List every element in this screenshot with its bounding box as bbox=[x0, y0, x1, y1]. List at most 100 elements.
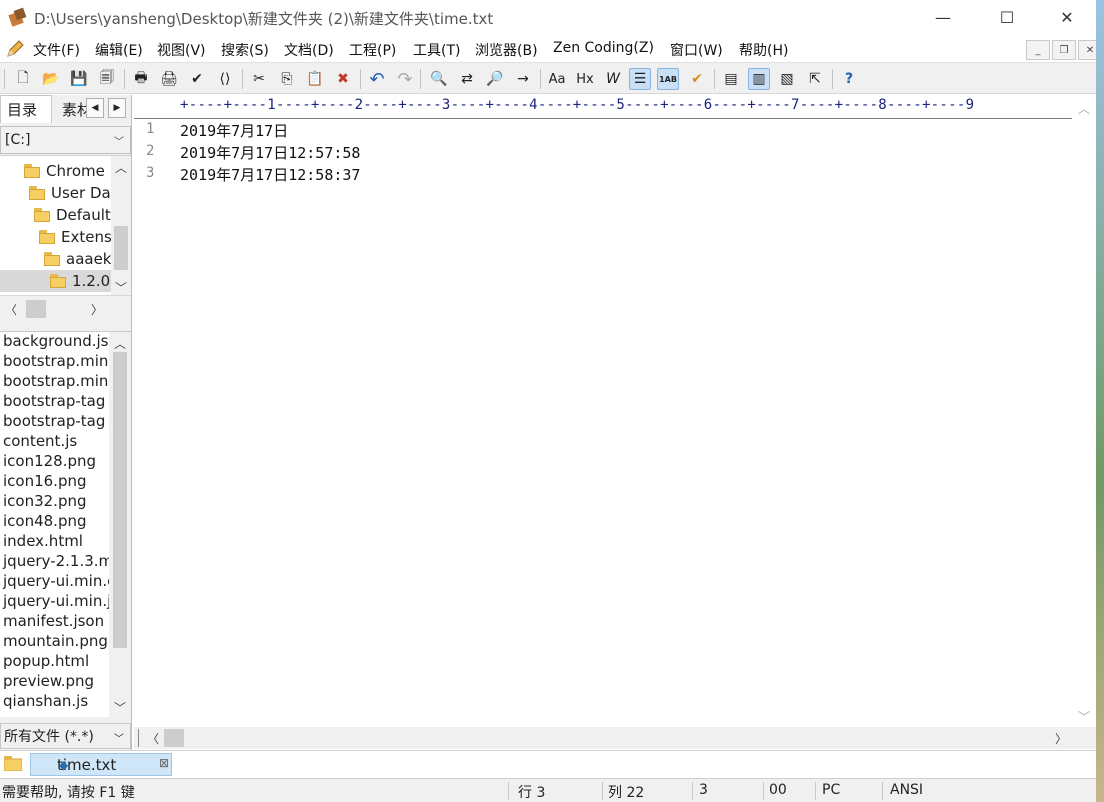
list-item[interactable]: manifest.json bbox=[3, 612, 104, 632]
list-item[interactable]: popup.html bbox=[3, 652, 89, 672]
scroll-thumb[interactable] bbox=[113, 352, 127, 648]
chevron-up-icon[interactable]: ︿ bbox=[112, 158, 130, 176]
scroll-thumb[interactable] bbox=[164, 729, 184, 747]
list-item[interactable]: mountain.png bbox=[3, 632, 108, 652]
list-item[interactable]: icon48.png bbox=[3, 512, 87, 532]
list-item[interactable]: icon32.png bbox=[3, 492, 87, 512]
menu-view[interactable]: 视图(V) bbox=[157, 40, 206, 60]
list-item[interactable]: bootstrap.min bbox=[3, 352, 108, 372]
mdi-restore-button[interactable]: ❐ bbox=[1052, 40, 1076, 60]
menu-edit[interactable]: 编辑(E) bbox=[95, 40, 143, 60]
list-item[interactable]: content.js bbox=[3, 432, 77, 452]
code-icon[interactable]: ⟨⟩ bbox=[214, 68, 236, 90]
tree-folder[interactable]: Extensions bbox=[39, 226, 131, 248]
find-icon[interactable]: 🔍 bbox=[428, 68, 450, 90]
chevron-up-icon[interactable]: ︿ bbox=[111, 334, 129, 352]
indent-icon[interactable]: ☰ bbox=[629, 68, 651, 90]
scroll-thumb[interactable] bbox=[114, 226, 128, 270]
tree-folder-selected[interactable]: 1.2.0 bbox=[0, 270, 112, 292]
close-button[interactable]: ✕ bbox=[1044, 0, 1090, 34]
hex-icon[interactable]: Hx bbox=[574, 68, 596, 90]
chevron-left-icon[interactable]: 〈 bbox=[2, 300, 20, 318]
list-item[interactable]: background.js bbox=[3, 332, 108, 352]
tree-folder[interactable]: User Data bbox=[29, 182, 126, 204]
print-icon[interactable]: 🖨 bbox=[158, 68, 180, 90]
open-folder-icon[interactable]: 📂 bbox=[40, 68, 62, 90]
goto-line-icon[interactable]: → bbox=[512, 68, 534, 90]
minimize-button[interactable]: — bbox=[920, 0, 966, 34]
list-item[interactable]: icon128.png bbox=[3, 452, 96, 472]
tree-vertical-scrollbar[interactable]: ︿ ﹀ bbox=[111, 156, 131, 295]
font-size-icon[interactable]: Aa bbox=[546, 68, 568, 90]
line-number-icon[interactable]: 1AB bbox=[657, 68, 679, 90]
help-pointer-icon[interactable]: ? bbox=[838, 68, 860, 90]
chevron-left-icon[interactable]: 〈 bbox=[144, 729, 162, 747]
chevron-down-icon[interactable]: ﹀ bbox=[1075, 707, 1093, 725]
editor-line[interactable]: 2019年7月17日12:57:58 bbox=[180, 142, 360, 163]
list-item[interactable]: index.html bbox=[3, 532, 83, 552]
editor-horizontal-scrollbar[interactable]: 〈 〉 bbox=[134, 727, 1078, 749]
menu-tools[interactable]: 工具(T) bbox=[413, 40, 460, 60]
save-all-icon[interactable]: 🗐 bbox=[96, 68, 118, 90]
menu-zen-coding[interactable]: Zen Coding(Z) bbox=[553, 40, 654, 56]
tab-scroll-left-icon[interactable]: ◀ bbox=[86, 98, 104, 118]
list-item[interactable]: preview.png bbox=[3, 672, 94, 692]
menu-window[interactable]: 窗口(W) bbox=[670, 40, 723, 60]
undo-icon[interactable]: ↶ bbox=[366, 68, 388, 90]
cut-icon[interactable]: ✂ bbox=[248, 68, 270, 90]
menu-project[interactable]: 工程(P) bbox=[349, 40, 396, 60]
find-in-files-icon[interactable]: 🔎 bbox=[484, 68, 506, 90]
tab-assets[interactable]: 素材 bbox=[56, 95, 86, 123]
new-file-icon[interactable]: 🗋 bbox=[12, 68, 34, 90]
list-item[interactable]: jquery-ui.min.j bbox=[3, 592, 111, 612]
drive-select[interactable]: [C:] ﹀ bbox=[0, 126, 131, 154]
text-editor[interactable]: 1 2019年7月17日 2 2019年7月17日12:57:58 3 2019… bbox=[134, 119, 1072, 725]
file-filter-select[interactable]: 所有文件 (*.*) ﹀ bbox=[0, 723, 131, 749]
list-item[interactable]: bootstrap-tag bbox=[3, 392, 105, 412]
tree-folder[interactable]: aaaek bbox=[44, 248, 112, 270]
menu-file[interactable]: 文件(F) bbox=[33, 40, 80, 60]
tab-scroll-right-icon[interactable]: ▶ bbox=[108, 98, 126, 118]
check-icon[interactable]: ✔ bbox=[686, 68, 708, 90]
menu-browser[interactable]: 浏览器(B) bbox=[475, 40, 538, 60]
editor-line[interactable]: 2019年7月17日 bbox=[180, 120, 288, 141]
chevron-down-icon[interactable]: ﹀ bbox=[111, 698, 129, 716]
print-preview-icon[interactable]: 🖶 bbox=[130, 68, 152, 90]
split-handle[interactable] bbox=[138, 729, 139, 747]
chevron-right-icon[interactable]: 〉 bbox=[1052, 729, 1070, 747]
list-item[interactable]: qianshan.js bbox=[3, 692, 88, 712]
tree-folder[interactable]: Default bbox=[34, 204, 112, 226]
chevron-down-icon[interactable]: ﹀ bbox=[112, 278, 130, 295]
list-item[interactable]: icon16.png bbox=[3, 472, 87, 492]
maximize-button[interactable]: ☐ bbox=[984, 0, 1030, 34]
close-icon[interactable]: ⊠ bbox=[159, 756, 169, 770]
save-icon[interactable]: 💾 bbox=[68, 68, 90, 90]
menu-document[interactable]: 文档(D) bbox=[284, 40, 334, 60]
scroll-thumb[interactable] bbox=[26, 300, 46, 318]
tab-directory[interactable]: 目录 bbox=[0, 95, 52, 123]
file-list-vertical-scrollbar[interactable]: ︿ ﹀ bbox=[109, 332, 131, 717]
list-item[interactable]: jquery-2.1.3.m bbox=[3, 552, 113, 572]
word-wrap-icon[interactable]: W bbox=[602, 68, 624, 90]
spell-check-icon[interactable]: ✔ bbox=[186, 68, 208, 90]
menu-help[interactable]: 帮助(H) bbox=[739, 40, 788, 60]
list-item[interactable]: bootstrap.min bbox=[3, 372, 108, 392]
tab-time-txt[interactable]: ◆ time.txt ⊠ bbox=[30, 753, 172, 776]
split-icon[interactable]: ▥ bbox=[748, 68, 770, 90]
list-item[interactable]: bootstrap-tag bbox=[3, 412, 105, 432]
menu-search[interactable]: 搜索(S) bbox=[221, 40, 269, 60]
chevron-right-icon[interactable]: 〉 bbox=[88, 300, 106, 318]
redo-icon[interactable]: ↷ bbox=[394, 68, 416, 90]
paste-icon[interactable]: 📋 bbox=[304, 68, 326, 90]
delete-icon[interactable]: ✖ bbox=[332, 68, 354, 90]
folder-icon[interactable] bbox=[4, 755, 22, 771]
copy-icon[interactable]: ⎘ bbox=[276, 68, 298, 90]
list-item[interactable]: jquery-ui.min.c bbox=[3, 572, 115, 592]
preview-icon[interactable]: ▧ bbox=[776, 68, 798, 90]
tree-horizontal-scrollbar[interactable]: 〈 〉 bbox=[0, 295, 131, 321]
export-icon[interactable]: ⇱ bbox=[804, 68, 826, 90]
tree-folder[interactable]: Chrome bbox=[24, 160, 112, 182]
replace-icon[interactable]: ⇄ bbox=[456, 68, 478, 90]
panel-icon[interactable]: ▤ bbox=[720, 68, 742, 90]
chevron-up-icon[interactable]: ︿ bbox=[1075, 99, 1093, 117]
